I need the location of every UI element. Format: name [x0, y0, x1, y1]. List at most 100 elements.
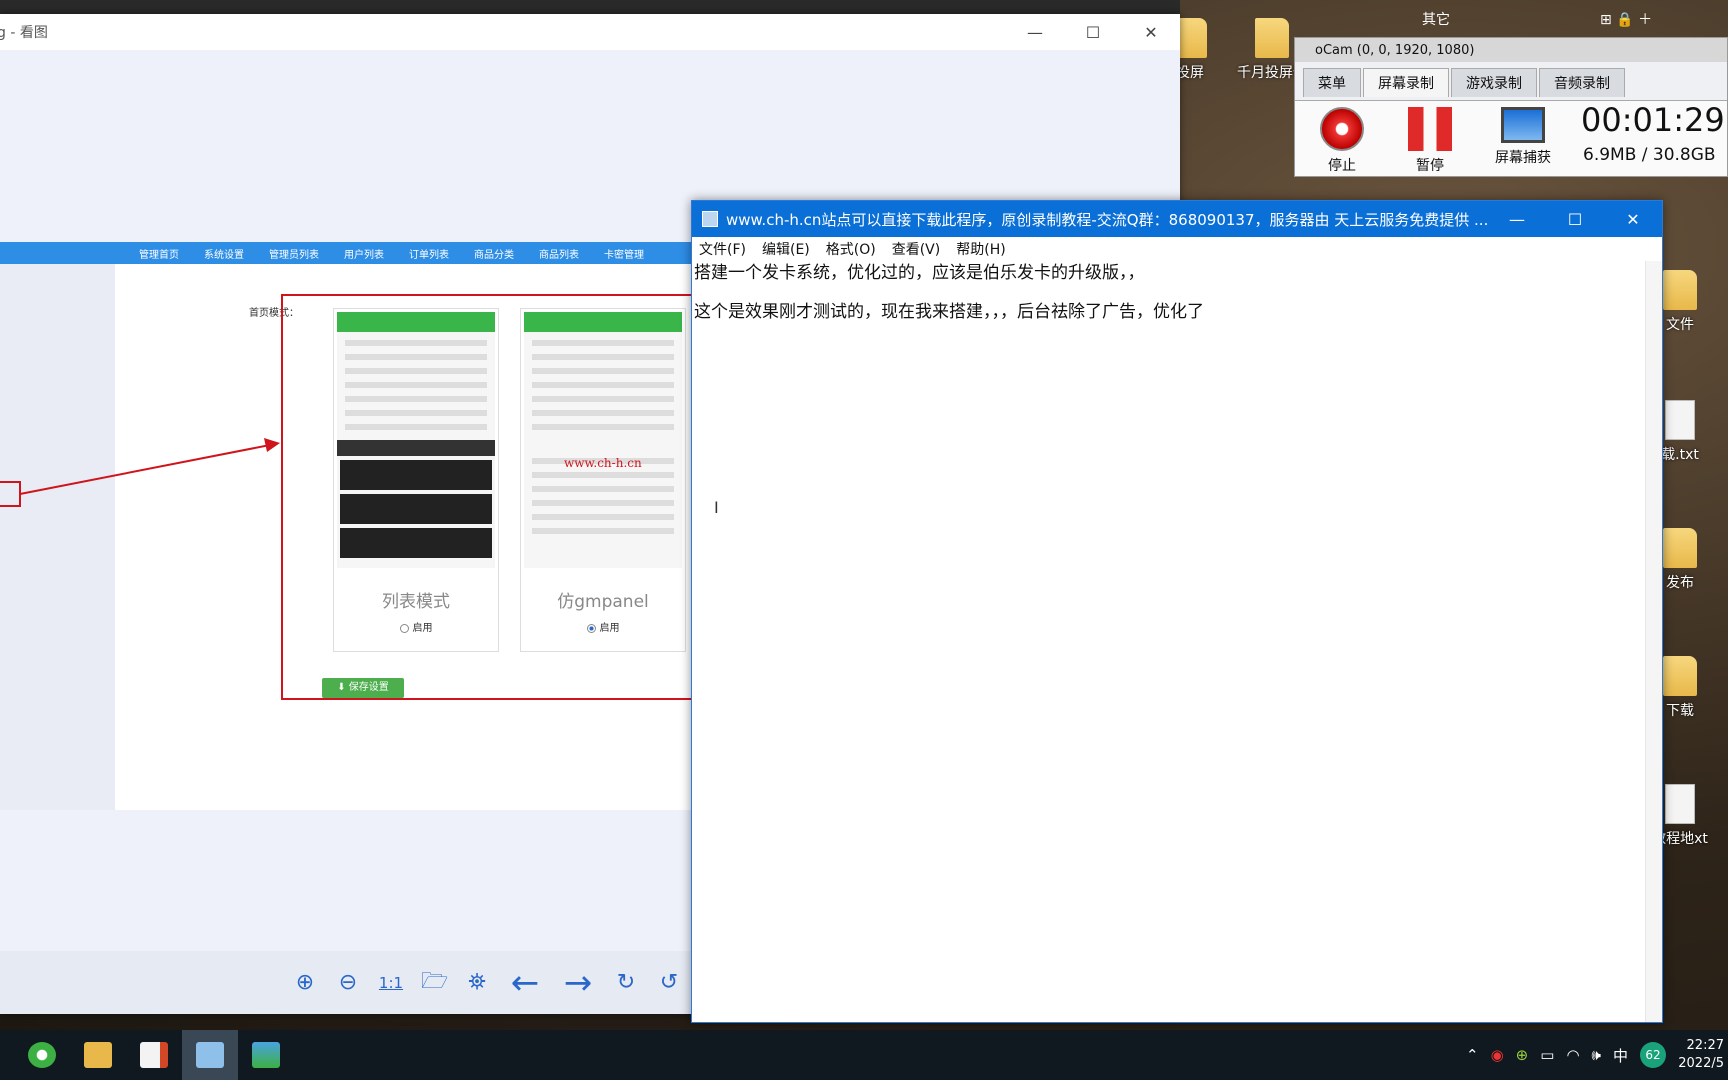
ime-indicator[interactable]: 中	[1613, 1045, 1628, 1066]
text-file-icon	[1665, 400, 1695, 440]
menu-format[interactable]: 格式(O)	[826, 239, 876, 259]
text-line: 搭建一个发卡系统，优化过的，应该是伯乐发卡的升级版，，	[694, 263, 1145, 283]
ocam-tabs: 菜单 屏幕录制 游戏录制 音频录制	[1295, 62, 1727, 97]
prev-icon[interactable]: ←	[507, 963, 543, 1003]
pause-button[interactable]: 暂停	[1395, 107, 1465, 175]
notepad-menubar: 文件(F) 编辑(E) 格式(O) 查看(V) 帮助(H)	[692, 237, 1662, 261]
monitor-icon	[1501, 107, 1545, 143]
text-file-icon	[1665, 784, 1695, 824]
nav-item: 卡密管理	[604, 249, 644, 261]
taskbar-slides[interactable]	[126, 1030, 182, 1080]
save-settings-button: ⬇ 保存设置	[322, 678, 404, 698]
desktop-top-strip	[0, 0, 1180, 14]
others-label: 其它	[1422, 12, 1450, 28]
folder-icon	[84, 1042, 112, 1068]
watermark: www.ch-h.cn	[564, 456, 642, 470]
taskbar-explorer[interactable]	[70, 1030, 126, 1080]
pause-icon	[1408, 107, 1452, 151]
mode-option: 启用	[521, 619, 685, 634]
ocam-window[interactable]: oCam (0, 0, 1920, 1080) 菜单 屏幕录制 游戏录制 音频录…	[1294, 37, 1728, 177]
menu-view[interactable]: 查看(V)	[892, 239, 941, 259]
notepad-title: www.ch-h.cn站点可以直接下载此程序，原创录制教程-交流Q群：86809…	[726, 210, 1488, 229]
zoom-out-icon[interactable]: ⊖	[335, 970, 361, 995]
webpage-screenshot: 管理首页 系统设置 管理员列表 用户列表 订单列表 商品分类 商品列表 卡密管理…	[0, 242, 701, 810]
notepad-icon	[196, 1042, 224, 1068]
close-icon[interactable]: ✕	[1122, 14, 1180, 50]
red-arrow	[0, 438, 280, 507]
maximize-icon[interactable]: ☐	[1546, 210, 1604, 229]
download-icon: ⬇	[337, 682, 349, 693]
stop-button[interactable]: 停止	[1307, 107, 1377, 175]
notepad-icon	[702, 211, 718, 227]
battery-badge[interactable]: 62	[1640, 1042, 1666, 1068]
record-tray-icon[interactable]: ◉	[1491, 1046, 1504, 1064]
text-line: 这个是效果刚才测试的，现在我来搭建，，，后台祛除了广告，优化了	[694, 302, 1204, 322]
nav-item: 订单列表	[409, 249, 449, 261]
notepad-text-area[interactable]: 搭建一个发卡系统，优化过的，应该是伯乐发卡的升级版，， 这个是效果刚才测试的，现…	[694, 263, 1644, 1012]
wifi-icon[interactable]: ◠	[1566, 1046, 1579, 1064]
mode-name: 列表模式	[382, 592, 450, 612]
mode-name: 仿gmpanel	[557, 592, 649, 612]
chevron-up-icon[interactable]: ⌃	[1466, 1046, 1479, 1064]
others-bar: 其它 ⊞ 🔒 ＋	[1410, 0, 1728, 38]
nav-item: 商品分类	[474, 249, 514, 261]
record-time: 00:01:29	[1581, 101, 1725, 139]
browser-icon	[28, 1042, 56, 1068]
others-tools-icon[interactable]: ⊞ 🔒 ＋	[1600, 9, 1652, 29]
taskbar: ⌃ ◉ ⊕ ▭ ◠ 🕪 中 62 22:27 2022/5	[0, 1030, 1728, 1080]
screen-capture-button[interactable]: 屏幕捕获	[1481, 107, 1565, 167]
minimize-icon[interactable]: —	[1006, 14, 1064, 50]
zoom-in-icon[interactable]: ⊕	[292, 970, 318, 995]
ocam-titlebar[interactable]: oCam (0, 0, 1920, 1080)	[1295, 38, 1727, 62]
close-icon[interactable]: ✕	[1604, 210, 1662, 229]
menu-edit[interactable]: 编辑(E)	[762, 239, 810, 259]
taskbar-browser[interactable]	[14, 1030, 70, 1080]
taskbar-notepad[interactable]	[182, 1030, 238, 1080]
mode-option: 启用	[334, 619, 498, 634]
folder-icon	[1663, 270, 1697, 310]
photos-icon	[252, 1042, 280, 1068]
actual-size-icon[interactable]: 1:1	[378, 974, 404, 992]
presentation-icon	[140, 1042, 168, 1068]
record-size: 6.9MB / 30.8GB	[1583, 145, 1716, 165]
menu-file[interactable]: 文件(F)	[699, 239, 746, 259]
viewer-title: g - 看图	[0, 25, 48, 41]
notepad-titlebar[interactable]: www.ch-h.cn站点可以直接下载此程序，原创录制教程-交流Q群：86809…	[692, 201, 1662, 237]
minimize-icon[interactable]: —	[1488, 210, 1546, 229]
clock[interactable]: 22:27 2022/5	[1678, 1037, 1724, 1073]
preview-thumbnail	[337, 312, 495, 568]
radio-icon	[399, 623, 409, 633]
menu-help[interactable]: 帮助(H)	[956, 239, 1005, 259]
nav-item: 用户列表	[344, 249, 384, 261]
notepad-window[interactable]: www.ch-h.cn站点可以直接下载此程序，原创录制教程-交流Q群：86809…	[691, 200, 1663, 1023]
taskbar-photos[interactable]	[238, 1030, 294, 1080]
start-edge[interactable]	[0, 1030, 14, 1080]
rotate-left-icon[interactable]: ↺	[656, 970, 682, 995]
tab-menu[interactable]: 菜单	[1303, 68, 1361, 97]
tab-game-record[interactable]: 游戏录制	[1451, 68, 1537, 97]
open-folder-icon[interactable]: 🗁	[421, 964, 448, 1002]
plus-tray-icon[interactable]: ⊕	[1516, 1046, 1529, 1064]
radio-selected-icon	[586, 623, 596, 633]
stop-icon	[1320, 107, 1364, 151]
battery-icon[interactable]: ▭	[1540, 1046, 1554, 1064]
folder-icon	[1255, 18, 1289, 58]
text-cursor-icon: I	[714, 498, 719, 517]
volume-icon[interactable]: 🕪	[1592, 1046, 1601, 1064]
slideshow-icon[interactable]: ⛯	[464, 970, 490, 995]
system-tray: ⌃ ◉ ⊕ ▭ ◠ 🕪 中 62 22:27 2022/5	[1466, 1030, 1728, 1080]
tab-audio-record[interactable]: 音频录制	[1539, 68, 1625, 97]
viewer-titlebar[interactable]: g - 看图 — ☐ ✕	[0, 14, 1180, 50]
preview-thumbnail	[524, 312, 682, 568]
mode-card-gmpanel: 仿gmpanel 启用	[520, 308, 686, 652]
mode-card-list: 列表模式 启用	[333, 308, 499, 652]
maximize-icon[interactable]: ☐	[1064, 14, 1122, 50]
tab-screen-record[interactable]: 屏幕录制	[1363, 68, 1449, 97]
next-icon[interactable]: →	[560, 963, 596, 1003]
folder-icon	[1663, 656, 1697, 696]
folder-icon	[1663, 528, 1697, 568]
vertical-scrollbar[interactable]	[1645, 261, 1662, 1022]
ocam-body: 停止 暂停 屏幕捕获 00:01:29 6.9MB / 30.8GB	[1295, 100, 1727, 176]
rotate-right-icon[interactable]: ↻	[613, 970, 639, 995]
nav-item: 商品列表	[539, 249, 579, 261]
